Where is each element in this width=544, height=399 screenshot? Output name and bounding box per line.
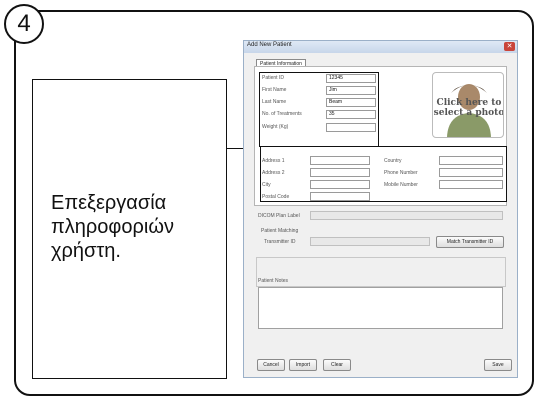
description-text: Επεξεργασία πληροφοριών χρήστη.: [51, 192, 174, 262]
step-number-badge: 4: [4, 4, 44, 44]
cancel-button[interactable]: Cancel: [257, 359, 285, 371]
dialog-title: Add New Patient: [247, 42, 292, 48]
transmitter-id-label: Transmitter ID: [264, 239, 296, 245]
clear-button[interactable]: Clear: [323, 359, 351, 371]
add-patient-dialog: Add New Patient ✕ Patient Information Pa…: [243, 40, 518, 378]
patient-photo[interactable]: Click here to select a photo: [432, 72, 504, 138]
description-box: Επεξεργασία πληροφοριών χρήστη.: [32, 79, 227, 379]
dicom-field[interactable]: [310, 211, 503, 220]
import-button[interactable]: Import: [289, 359, 317, 371]
save-button[interactable]: Save: [484, 359, 512, 371]
patient-notes-textarea[interactable]: [258, 287, 503, 329]
highlight-personal-fields: [259, 72, 379, 147]
patient-matching-label: Patient Matching: [260, 228, 300, 234]
patient-matching-group: [256, 257, 506, 287]
highlight-address-fields: [260, 146, 507, 202]
photo-prompt-text: Click here to select a photo: [433, 98, 504, 118]
dialog-titlebar[interactable]: Add New Patient ✕: [244, 41, 517, 53]
patient-notes-label: Patient Notes: [258, 278, 289, 284]
dicom-label: DICOM Plan Label: [258, 213, 300, 219]
match-transmitter-button[interactable]: Match Transmitter ID: [436, 236, 504, 248]
close-button[interactable]: ✕: [504, 42, 515, 51]
transmitter-id-field[interactable]: [310, 237, 430, 246]
